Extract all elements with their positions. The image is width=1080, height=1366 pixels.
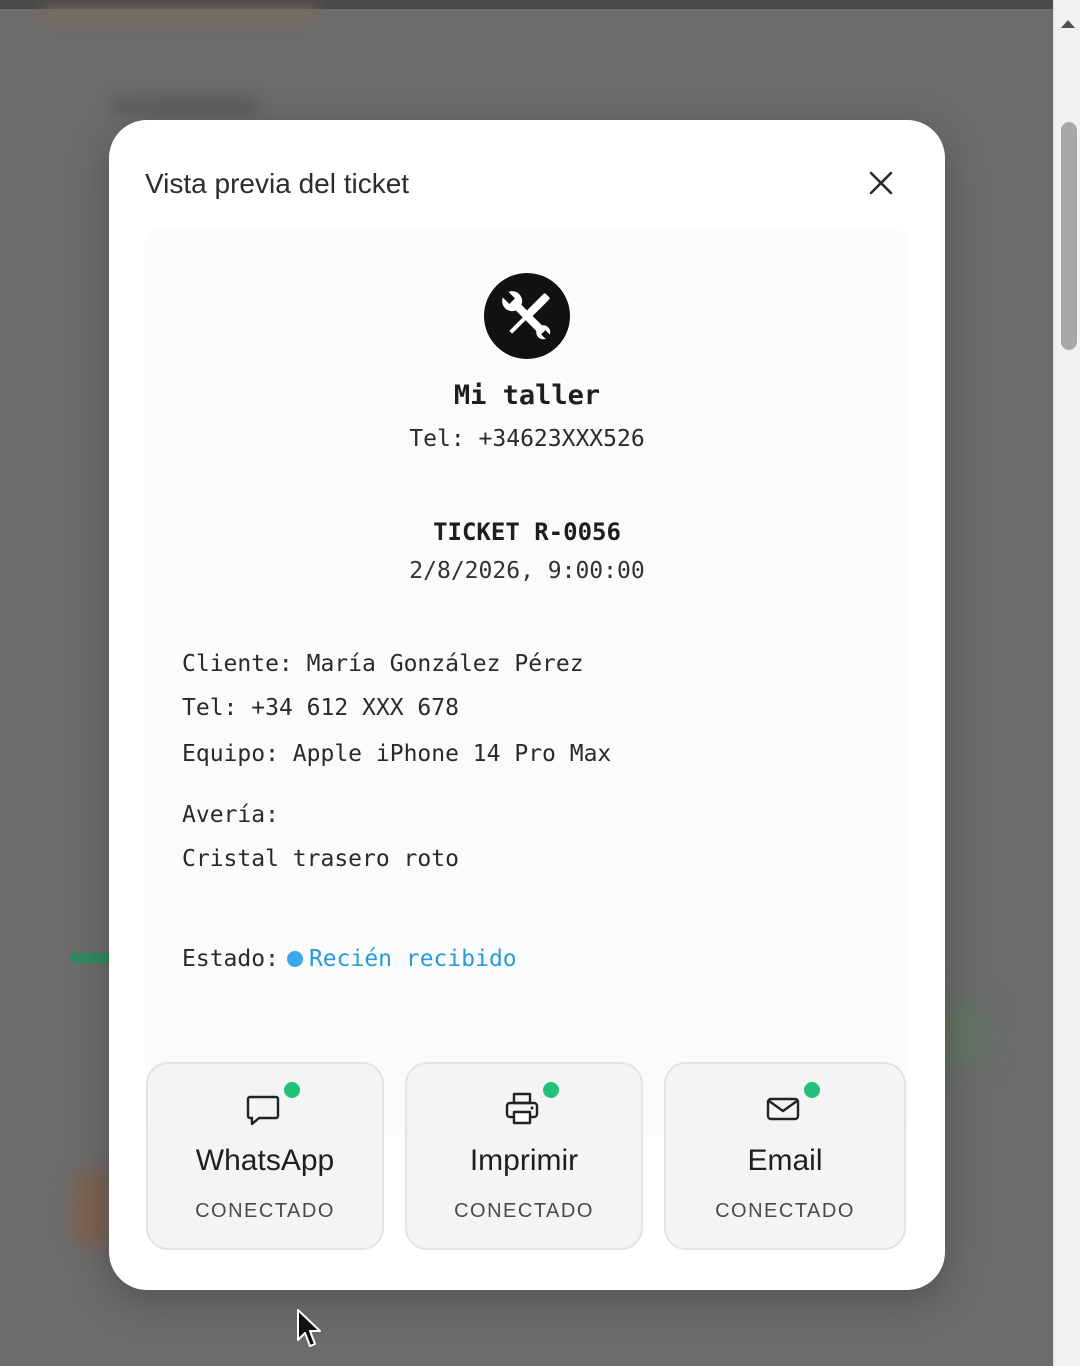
ticket-preview-modal: Vista previa del ticket Mi taller Tel: +… bbox=[109, 120, 945, 1290]
status-dot-icon bbox=[286, 951, 303, 967]
whatsapp-button[interactable]: WhatsApp CONECTADO bbox=[146, 1062, 384, 1250]
ticket-number: TICKET R-0056 bbox=[433, 518, 621, 546]
client-phone: +34 612 XXX 678 bbox=[251, 695, 459, 721]
client-phone-label: Tel: bbox=[182, 695, 238, 721]
channel-status: CONECTADO bbox=[454, 1200, 594, 1222]
channel-name: WhatsApp bbox=[195, 1144, 335, 1177]
modal-title: Vista previa del ticket bbox=[145, 168, 410, 199]
print-button[interactable]: Imprimir CONECTADO bbox=[405, 1062, 643, 1250]
ticket-date: 2/8/2026, 9:00:00 bbox=[409, 558, 645, 584]
mail-icon bbox=[766, 1097, 800, 1121]
device-row: Equipo: Apple iPhone 14 Pro Max bbox=[182, 741, 611, 767]
connected-dot-icon bbox=[804, 1082, 820, 1098]
printer-icon bbox=[505, 1092, 539, 1125]
close-icon[interactable] bbox=[861, 165, 901, 205]
email-button[interactable]: Email CONECTADO bbox=[664, 1062, 906, 1250]
channel-name: Imprimir bbox=[469, 1144, 579, 1177]
fault-label: Avería: bbox=[182, 802, 279, 828]
mouse-cursor-icon bbox=[297, 1309, 321, 1347]
client-row: Cliente: María González Pérez bbox=[182, 651, 584, 677]
chat-icon bbox=[246, 1095, 280, 1126]
status-value: Recién recibido bbox=[308, 946, 517, 972]
fault-description: Cristal trasero roto bbox=[182, 846, 459, 872]
scroll-thumb[interactable] bbox=[1061, 122, 1077, 350]
client-phone-row: Tel: +34 612 XXX 678 bbox=[182, 695, 459, 721]
ticket-preview: Mi taller Tel: +34623XXX526 TICKET R-005… bbox=[145, 230, 909, 1135]
client-name: María González Pérez bbox=[306, 651, 584, 677]
tools-icon bbox=[484, 273, 570, 359]
channel-status: CONECTADO bbox=[195, 1200, 335, 1222]
status-label: Estado: bbox=[182, 946, 279, 972]
device-label: Equipo: bbox=[182, 741, 279, 767]
client-label: Cliente: bbox=[182, 651, 293, 677]
channel-name: Email bbox=[747, 1144, 823, 1177]
connected-dot-icon bbox=[543, 1082, 559, 1098]
connected-dot-icon bbox=[284, 1082, 300, 1098]
status-row: Estado: Recién recibido bbox=[182, 946, 517, 972]
background-blur bbox=[110, 95, 260, 115]
close-button[interactable] bbox=[861, 165, 901, 205]
shop-name: Mi taller bbox=[453, 380, 601, 411]
scroll-up-arrow-icon[interactable] bbox=[1061, 20, 1075, 28]
channel-status: CONECTADO bbox=[715, 1200, 855, 1222]
shop-phone: Tel: +34623XXX526 bbox=[409, 426, 645, 452]
device-name: Apple iPhone 14 Pro Max bbox=[292, 741, 612, 767]
background-blur bbox=[40, 6, 320, 24]
background-progress bbox=[70, 953, 112, 963]
page-scrollbar[interactable] bbox=[1053, 0, 1080, 1366]
background-blur bbox=[72, 1170, 112, 1250]
